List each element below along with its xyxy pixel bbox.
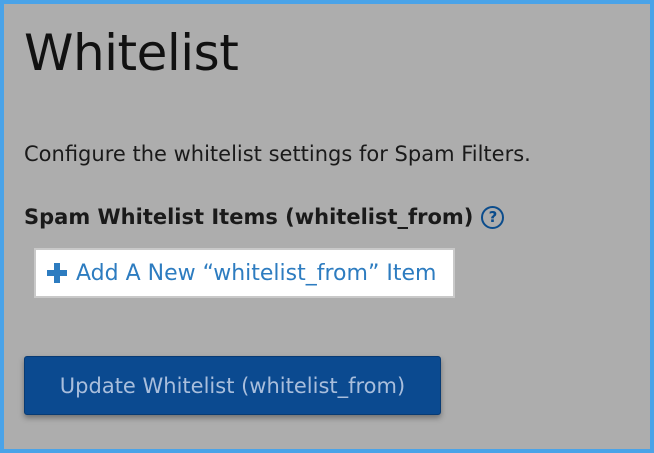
whitelist-items-label: Spam Whitelist Items (whitelist_from) bbox=[24, 205, 474, 229]
page-title: Whitelist bbox=[24, 24, 239, 82]
plus-icon bbox=[46, 262, 68, 284]
add-whitelist-item-label: Add A New “whitelist_from” Item bbox=[76, 260, 437, 286]
update-whitelist-button[interactable]: Update Whitelist (whitelist_from) bbox=[24, 356, 441, 415]
content-panel: Whitelist Configure the whitelist settin… bbox=[4, 4, 650, 449]
add-whitelist-item-button[interactable]: Add A New “whitelist_from” Item bbox=[34, 248, 455, 298]
page-description: Configure the whitelist settings for Spa… bbox=[24, 142, 531, 166]
whitelist-label-row: Spam Whitelist Items (whitelist_from) ? bbox=[24, 205, 505, 229]
help-icon[interactable]: ? bbox=[481, 205, 505, 229]
